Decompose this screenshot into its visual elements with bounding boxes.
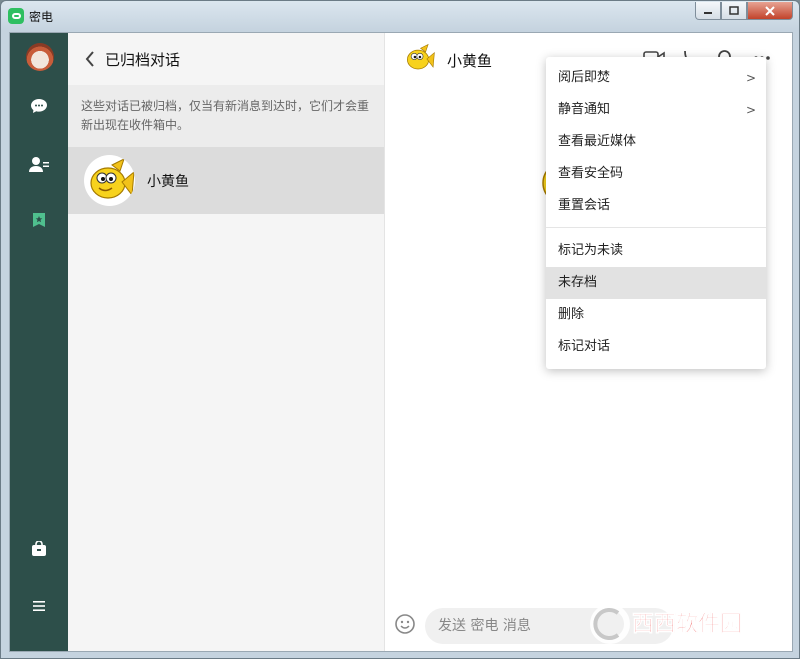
chats-icon[interactable] <box>29 96 49 116</box>
maximize-button[interactable] <box>721 2 747 20</box>
menu-item-unarchive[interactable]: 未存档 <box>546 267 766 299</box>
menu-hamburger-icon[interactable] <box>29 596 49 616</box>
watermark-logo: 西西软件园 CR173.COM <box>586 601 786 647</box>
menu-item-disappearing-messages[interactable]: 阅后即焚 > <box>546 62 766 94</box>
conversation-name: 小黄鱼 <box>147 174 189 190</box>
user-avatar[interactable] <box>26 43 54 71</box>
fish-avatar <box>84 155 135 206</box>
watermark-url: CR173.COM <box>696 636 750 646</box>
menu-item-safety-number[interactable]: 查看安全码 <box>546 158 766 190</box>
minimize-icon <box>704 11 712 14</box>
close-button[interactable] <box>747 2 793 20</box>
menu-item-mark-unread[interactable]: 标记为未读 <box>546 235 766 267</box>
archive-bookmark-icon[interactable] <box>29 210 49 230</box>
contacts-icon[interactable] <box>29 154 49 174</box>
maximize-icon <box>729 6 739 15</box>
back-button[interactable] <box>80 48 100 70</box>
menu-item-recent-media[interactable]: 查看最近媒体 <box>546 126 766 158</box>
menu-divider <box>546 227 766 228</box>
client-area: 已归档对话 这些对话已被归档，仅当有新消息到达时，它们才会重新出现在收件箱中。 … <box>9 32 793 652</box>
app-logo-icon <box>8 8 24 24</box>
conversation-context-menu: 阅后即焚 > 静音通知 > 查看最近媒体 查看安全码 重置会话 标记为未读 未存… <box>546 57 766 369</box>
watermark-text: 西西软件园 <box>632 611 742 637</box>
chevron-right-icon: > <box>745 71 756 85</box>
chevron-right-icon: > <box>745 103 756 117</box>
chat-avatar[interactable] <box>403 42 435 74</box>
chevron-left-icon <box>85 51 94 67</box>
nav-rail <box>10 33 68 651</box>
menu-item-reset-session[interactable]: 重置会话 <box>546 190 766 222</box>
menu-item-mute[interactable]: 静音通知 > <box>546 94 766 126</box>
archived-list-panel: 已归档对话 这些对话已被归档，仅当有新消息到达时，它们才会重新出现在收件箱中。 … <box>68 33 385 651</box>
title-bar[interactable]: 密电 <box>1 1 799 31</box>
menu-item-mark-conversation[interactable]: 标记对话 <box>546 331 766 363</box>
store-bag-icon[interactable] <box>29 539 49 559</box>
window-title: 密电 <box>29 10 54 24</box>
emoji-icon[interactable] <box>394 613 416 635</box>
conversation-item[interactable]: 小黄鱼 <box>68 147 384 214</box>
archive-title: 已归档对话 <box>105 51 181 69</box>
archive-notice: 这些对话已被归档，仅当有新消息到达时，它们才会重新出现在收件箱中。 <box>68 85 384 147</box>
minimize-button[interactable] <box>695 2 721 20</box>
close-icon <box>765 5 775 16</box>
archive-header: 已归档对话 <box>68 33 384 85</box>
menu-item-delete[interactable]: 删除 <box>546 299 766 331</box>
chat-title: 小黄鱼 <box>447 52 493 70</box>
app-window: 密电 已归档对话 这些对话已被归档，仅当有新消息到达时，它们才会重新出现在收件箱… <box>0 0 800 659</box>
